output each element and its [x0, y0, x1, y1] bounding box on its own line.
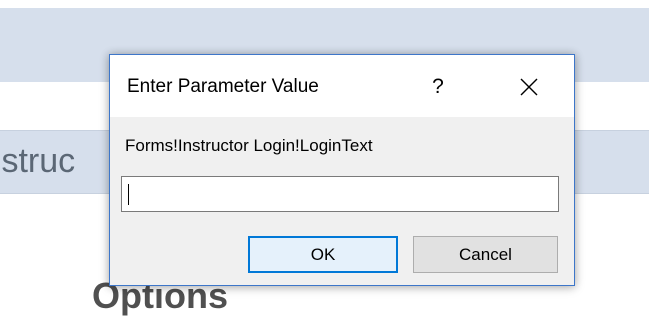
cancel-button[interactable]: Cancel	[413, 236, 558, 273]
enter-parameter-value-dialog: Enter Parameter Value ? Forms!Instructor…	[109, 54, 575, 286]
ok-button[interactable]: OK	[248, 236, 398, 273]
help-button[interactable]: ?	[419, 69, 457, 105]
close-icon	[520, 78, 538, 96]
parameter-prompt-label: Forms!Instructor Login!LoginText	[125, 136, 373, 155]
parameter-value-input[interactable]	[121, 176, 559, 212]
dialog-titlebar[interactable]: Enter Parameter Value ?	[110, 55, 574, 117]
access-window: ıstruc Options Enter Parameter Value ? F…	[0, 0, 649, 328]
close-button[interactable]	[506, 67, 552, 107]
dialog-title: Enter Parameter Value	[127, 76, 319, 97]
text-caret	[128, 184, 129, 205]
background-form-title: ıstruc	[0, 142, 76, 180]
